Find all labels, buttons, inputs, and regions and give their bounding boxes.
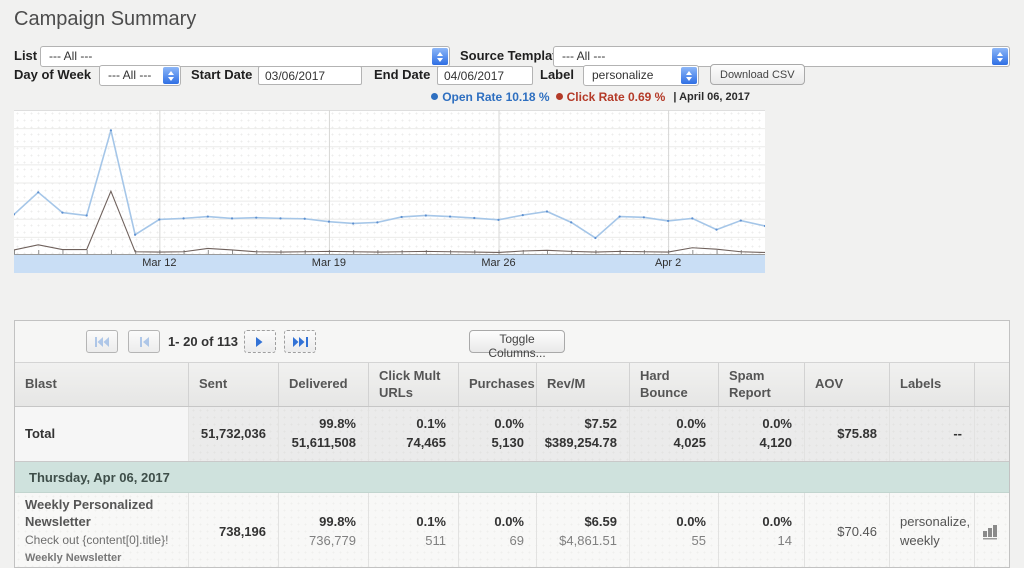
row-labels: personalize, weekly [889, 493, 974, 568]
day-of-week-select[interactable]: --- All --- [99, 65, 181, 86]
select-stepper-icon [992, 48, 1008, 65]
navigator-tick-label: Mar 12 [142, 257, 176, 269]
select-stepper-icon [163, 67, 179, 84]
select-stepper-icon [432, 48, 448, 65]
date-group-row: Thursday, Apr 06, 2017 [15, 462, 1009, 493]
previous-page-icon [140, 337, 149, 347]
total-click-mult: 0.1%74,465 [368, 407, 458, 461]
total-label: Total [15, 407, 188, 461]
toggle-columns-button[interactable]: Toggle Columns... [469, 330, 565, 353]
source-template-label: Source Template [460, 46, 564, 66]
chart-navigator-band[interactable]: Mar 12 Mar 19 Mar 26 Apr 2 [14, 255, 765, 273]
first-page-icon [95, 337, 110, 347]
row-spam-report: 0.0%14 [718, 493, 804, 568]
chart-plot-area [14, 110, 765, 255]
row-chart-cell[interactable] [974, 493, 1009, 568]
next-page-button[interactable] [244, 330, 276, 353]
label-select-value: personalize [592, 66, 653, 85]
open-rate-legend: Open Rate 10.18 % [431, 90, 549, 104]
total-chart-cell [974, 407, 1009, 461]
list-select[interactable]: --- All --- [40, 46, 450, 67]
navigator-tick-label: Mar 19 [312, 257, 346, 269]
navigator-tick-label: Apr 2 [655, 257, 681, 269]
pagination-range: 1- 20 of 113 [163, 330, 243, 353]
open-rate-dot-icon [431, 93, 438, 100]
blast-row: Weekly Personalized Newsletter Check out… [15, 493, 1009, 568]
blast-template: Weekly Newsletter [25, 551, 121, 567]
start-date-input[interactable] [258, 66, 362, 85]
select-stepper-icon [681, 67, 697, 84]
column-header-blast[interactable]: Blast [15, 363, 188, 406]
column-header-aov[interactable]: AOV [804, 363, 889, 406]
label-select[interactable]: personalize [583, 65, 699, 86]
legend-date: | April 06, 2017 [673, 91, 750, 103]
chart-legend: Open Rate 10.18 % Click Rate 0.69 % | Ap… [431, 90, 750, 104]
column-header-click-mult-urls[interactable]: Click Mult URLs [368, 363, 458, 406]
row-sent: 738,196 [188, 493, 278, 568]
column-header-spam-report[interactable]: Spam Report [718, 363, 804, 406]
total-hard-bounce: 0.0%4,025 [629, 407, 718, 461]
total-row: Total 51,732,036 99.8%51,611,508 0.1%74,… [15, 407, 1009, 462]
blast-table: 1- 20 of 113 Toggle Columns... Blast Sen… [14, 320, 1010, 568]
navigator-tick-label: Mar 26 [481, 257, 515, 269]
previous-page-button[interactable] [128, 330, 160, 353]
blast-title[interactable]: Weekly Personalized Newsletter [25, 497, 176, 531]
total-spam-report: 0.0%4,120 [718, 407, 804, 461]
bar-chart-icon [982, 524, 999, 540]
column-header-labels[interactable]: Labels [889, 363, 974, 406]
first-page-button[interactable] [86, 330, 118, 353]
row-revm: $6.59$4,861.51 [536, 493, 629, 568]
row-purchases: 0.0%69 [458, 493, 536, 568]
total-sent: 51,732,036 [188, 407, 278, 461]
next-page-icon [256, 337, 264, 347]
day-of-week-select-value: --- All --- [108, 66, 151, 85]
label-filter-label: Label [540, 65, 574, 85]
source-template-select-value: --- All --- [562, 47, 605, 66]
start-date-label: Start Date [191, 65, 252, 85]
campaign-chart-svg [14, 110, 765, 255]
date-group-label: Thursday, Apr 06, 2017 [29, 470, 170, 485]
total-labels: -- [889, 407, 974, 461]
column-header-sent[interactable]: Sent [188, 363, 278, 406]
end-date-input[interactable] [437, 66, 533, 85]
total-revm: $7.52$389,254.78 [536, 407, 629, 461]
table-toolbar: 1- 20 of 113 Toggle Columns... [15, 321, 1009, 363]
table-header-row: Blast Sent Delivered Click Mult URLs Pur… [15, 363, 1009, 407]
blast-cell[interactable]: Weekly Personalized Newsletter Check out… [15, 493, 188, 568]
column-header-hard-bounce[interactable]: Hard Bounce [629, 363, 718, 406]
row-click-mult: 0.1%511 [368, 493, 458, 568]
total-aov: $75.88 [804, 407, 889, 461]
page-title: Campaign Summary [14, 8, 196, 31]
total-purchases: 0.0%5,130 [458, 407, 536, 461]
column-header-chart [974, 363, 1009, 406]
campaign-chart: Mar 12 Mar 19 Mar 26 Apr 2 [14, 110, 765, 273]
row-hard-bounce: 0.0%55 [629, 493, 718, 568]
list-label: List [14, 46, 37, 66]
column-header-delivered[interactable]: Delivered [278, 363, 368, 406]
last-page-icon [293, 337, 308, 347]
end-date-label: End Date [374, 65, 430, 85]
list-select-value: --- All --- [49, 47, 92, 66]
blast-subject: Check out {content[0].title}! [25, 533, 168, 547]
column-header-revm[interactable]: Rev/M [536, 363, 629, 406]
download-csv-button[interactable]: Download CSV [710, 64, 805, 85]
click-rate-dot-icon [556, 93, 563, 100]
row-aov: $70.46 [804, 493, 889, 568]
row-delivered: 99.8%736,779 [278, 493, 368, 568]
total-delivered: 99.8%51,611,508 [278, 407, 368, 461]
last-page-button[interactable] [284, 330, 316, 353]
column-header-purchases[interactable]: Purchases [458, 363, 536, 406]
campaign-summary-page: Campaign Summary List --- All --- Source… [0, 0, 1024, 568]
day-of-week-label: Day of Week [14, 65, 91, 85]
click-rate-legend: Click Rate 0.69 % [556, 90, 666, 104]
